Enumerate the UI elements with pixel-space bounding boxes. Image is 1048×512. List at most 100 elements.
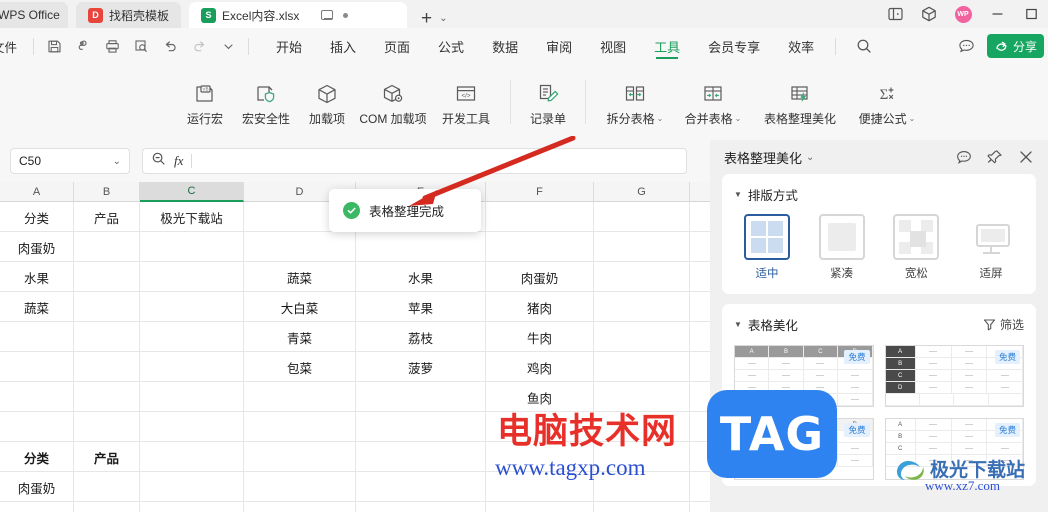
ribbon-dev-tools[interactable]: </> 开发工具 bbox=[432, 78, 500, 127]
ribbon-table-beautify[interactable]: 表格整理美化 bbox=[752, 78, 848, 127]
tab-wps-office[interactable]: WPS Office bbox=[0, 2, 68, 28]
name-box[interactable]: C50 ⌄ bbox=[10, 148, 130, 174]
ribbon-split-table[interactable]: 拆分表格 ⌄ bbox=[596, 78, 674, 127]
cell-b7[interactable] bbox=[74, 382, 140, 412]
style-thumb-2[interactable]: A B C D 免费 bbox=[884, 345, 1024, 407]
cell-a8[interactable] bbox=[0, 412, 74, 442]
cell-a5[interactable] bbox=[0, 322, 74, 352]
cell-d2[interactable] bbox=[244, 232, 356, 262]
cloud-sync-icon[interactable] bbox=[70, 34, 96, 58]
table-row[interactable]: 肉蛋奶 bbox=[0, 232, 710, 262]
filter-button[interactable]: 筛选 bbox=[983, 316, 1024, 333]
search-icon[interactable] bbox=[849, 32, 879, 60]
cube-3d-icon[interactable] bbox=[912, 0, 946, 28]
beautify-collapse-triangle-icon[interactable]: ▼ bbox=[734, 320, 742, 329]
cell-f3[interactable]: 肉蛋奶 bbox=[486, 262, 594, 292]
cell-e11[interactable]: 水果 bbox=[356, 502, 486, 512]
cell-a6[interactable] bbox=[0, 352, 74, 382]
cell-g4[interactable] bbox=[594, 292, 690, 322]
cell-b4[interactable] bbox=[74, 292, 140, 322]
cell-f2[interactable] bbox=[486, 232, 594, 262]
layout-option-compact[interactable]: 紧凑 bbox=[813, 214, 871, 281]
cell-g6[interactable] bbox=[594, 352, 690, 382]
menu-item-tools[interactable]: 工具 bbox=[640, 30, 694, 62]
ribbon-com-addin[interactable]: COM 加载项 bbox=[354, 78, 432, 127]
close-icon[interactable] bbox=[1017, 149, 1034, 166]
menu-item-efficiency[interactable]: 效率 bbox=[774, 30, 828, 62]
table-row[interactable]: 蔬菜 大白菜 苹果 猪肉 bbox=[0, 292, 710, 322]
cell-d6[interactable]: 包菜 bbox=[244, 352, 356, 382]
cell-b1[interactable]: 产品 bbox=[74, 202, 140, 232]
cell-d7[interactable] bbox=[244, 382, 356, 412]
cell-g1[interactable] bbox=[594, 202, 690, 232]
panel-title[interactable]: 表格整理美化 ⌄ bbox=[724, 148, 814, 167]
print-preview-icon[interactable] bbox=[128, 34, 154, 58]
cell-a9[interactable]: 分类 bbox=[0, 442, 74, 472]
cell-f5[interactable]: 牛肉 bbox=[486, 322, 594, 352]
cell-a7[interactable] bbox=[0, 382, 74, 412]
cell-c2[interactable] bbox=[140, 232, 244, 262]
cell-b6[interactable] bbox=[74, 352, 140, 382]
cell-b10[interactable] bbox=[74, 472, 140, 502]
cell-c10[interactable] bbox=[140, 472, 244, 502]
cell-a11[interactable]: 水果 bbox=[0, 502, 74, 512]
maximize-button[interactable] bbox=[1014, 0, 1048, 28]
menu-item-formula[interactable]: 公式 bbox=[424, 30, 478, 62]
zoom-out-icon[interactable] bbox=[151, 151, 166, 171]
cell-e3[interactable]: 水果 bbox=[356, 262, 486, 292]
table-row[interactable]: 水果 蔬菜 水果 肉蛋奶 bbox=[0, 262, 710, 292]
minimize-button[interactable] bbox=[980, 0, 1014, 28]
cell-c3[interactable] bbox=[140, 262, 244, 292]
cell-f6[interactable]: 鸡肉 bbox=[486, 352, 594, 382]
feedback-cloud-icon[interactable] bbox=[955, 34, 979, 58]
table-row[interactable]: 青菜 荔枝 牛肉 bbox=[0, 322, 710, 352]
cell-a2[interactable]: 肉蛋奶 bbox=[0, 232, 74, 262]
cell-d5[interactable]: 青菜 bbox=[244, 322, 356, 352]
cell-c4[interactable] bbox=[140, 292, 244, 322]
ribbon-macro-security[interactable]: 宏安全性 bbox=[232, 78, 300, 127]
new-tab-button[interactable]: + bbox=[421, 9, 432, 28]
cell-a10[interactable]: 肉蛋奶 bbox=[0, 472, 74, 502]
cell-c9[interactable] bbox=[140, 442, 244, 472]
cell-d11[interactable]: 蔬菜 bbox=[244, 502, 356, 512]
cell-e4[interactable]: 苹果 bbox=[356, 292, 486, 322]
cell-b11[interactable] bbox=[74, 502, 140, 512]
cell-e8[interactable] bbox=[356, 412, 486, 442]
cell-e5[interactable]: 荔枝 bbox=[356, 322, 486, 352]
layout-collapse-triangle-icon[interactable]: ▼ bbox=[734, 190, 742, 199]
table-row[interactable]: 包菜 菠萝 鸡肉 bbox=[0, 352, 710, 382]
cell-f11[interactable]: 肉蛋奶 bbox=[486, 502, 594, 512]
ribbon-record-form[interactable]: 记录单 bbox=[521, 78, 575, 127]
menu-item-start[interactable]: 开始 bbox=[262, 30, 316, 62]
cell-c6[interactable] bbox=[140, 352, 244, 382]
cell-a3[interactable]: 水果 bbox=[0, 262, 74, 292]
cell-e7[interactable] bbox=[356, 382, 486, 412]
cell-a4[interactable]: 蔬菜 bbox=[0, 292, 74, 322]
cell-b8[interactable] bbox=[74, 412, 140, 442]
comment-icon[interactable] bbox=[955, 149, 972, 166]
cell-b2[interactable] bbox=[74, 232, 140, 262]
cell-a1[interactable]: 分类 bbox=[0, 202, 74, 232]
cell-g5[interactable] bbox=[594, 322, 690, 352]
cell-b5[interactable] bbox=[74, 322, 140, 352]
cell-e6[interactable]: 菠萝 bbox=[356, 352, 486, 382]
layout-section-header[interactable]: ▼ 排版方式 bbox=[734, 185, 1024, 204]
menu-item-insert[interactable]: 插入 bbox=[316, 30, 370, 62]
tab-excel-file[interactable]: S Excel内容.xlsx bbox=[189, 2, 408, 28]
presentation-icon[interactable] bbox=[321, 10, 334, 20]
cell-d4[interactable]: 大白菜 bbox=[244, 292, 356, 322]
layout-option-loose[interactable]: 宽松 bbox=[887, 214, 945, 281]
column-header-b[interactable]: B bbox=[74, 182, 140, 202]
quick-access-more-caret-icon[interactable] bbox=[215, 34, 241, 58]
cell-b3[interactable] bbox=[74, 262, 140, 292]
cell-c11[interactable] bbox=[140, 502, 244, 512]
menu-item-member[interactable]: 会员专享 bbox=[694, 30, 774, 62]
layout-option-medium[interactable]: 适中 bbox=[738, 214, 796, 281]
cell-c8[interactable] bbox=[140, 412, 244, 442]
menu-item-page[interactable]: 页面 bbox=[370, 30, 424, 62]
ribbon-quick-formula[interactable]: Σ 便捷公式 ⌄ bbox=[848, 78, 926, 127]
cell-d9[interactable] bbox=[244, 442, 356, 472]
cell-d3[interactable]: 蔬菜 bbox=[244, 262, 356, 292]
share-button[interactable]: 分享 bbox=[986, 34, 1044, 58]
cell-b9[interactable]: 产品 bbox=[74, 442, 140, 472]
